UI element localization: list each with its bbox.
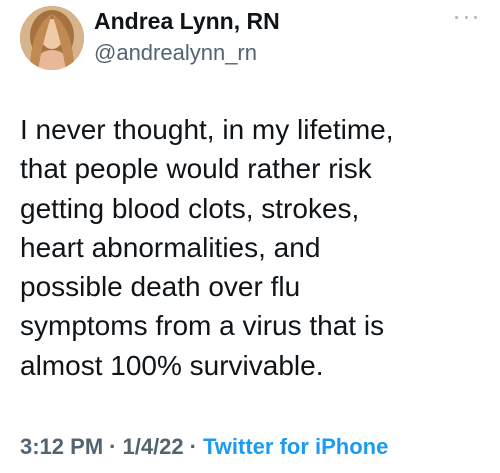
avatar[interactable]: [20, 6, 84, 70]
tweet-text-line: getting blood clots, strokes,: [20, 192, 360, 224]
tweet-date[interactable]: 1/4/22: [122, 434, 183, 459]
tweet-text-line: possible death over flu: [20, 271, 301, 303]
dot: [474, 15, 477, 19]
author-display-name[interactable]: Andrea Lynn, RN: [94, 8, 280, 35]
tweet-text-line: that people would rather risk: [20, 153, 372, 185]
more-options-icon[interactable]: [455, 12, 477, 22]
tweet-text-line: almost 100% survivable.: [20, 349, 324, 381]
tweet-text-line: I never thought, in my lifetime,: [20, 114, 394, 145]
tweet-time[interactable]: 3:12 PM: [20, 434, 103, 459]
tweet-meta: 3:12 PM · 1/4/22 · Twitter for iPhone: [20, 434, 388, 460]
tweet-text-line: heart abnormalities, and: [20, 231, 321, 263]
tweet-source-link[interactable]: Twitter for iPhone: [203, 434, 388, 459]
meta-separator: ·: [189, 434, 197, 459]
dot: [464, 15, 468, 19]
dot: [455, 15, 458, 19]
tweet-text: I never thought, in my lifetime, that pe…: [20, 110, 490, 385]
tweet-card: Andrea Lynn, RN @andrealynn_rn I never t…: [0, 0, 500, 473]
author-handle[interactable]: @andrealynn_rn: [94, 40, 257, 66]
tweet-text-line: symptoms from a virus that is: [20, 310, 385, 342]
avatar-photo-icon: [20, 6, 84, 70]
meta-separator: ·: [109, 434, 117, 459]
